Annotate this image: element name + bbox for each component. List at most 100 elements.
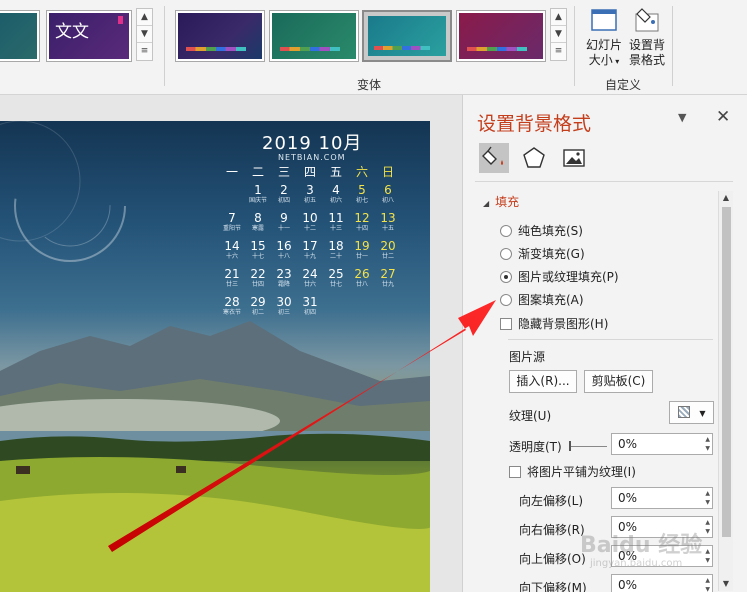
day-number: 8 [254, 211, 262, 225]
slide-canvas[interactable]: 2019 10月 NETBIAN.COM 一 二 三 四 五 六 日 1 国庆节 2… [0, 121, 430, 592]
lunar-label: 廿一 [355, 253, 368, 260]
offset-bottom-label: 向下偏移(M) [519, 581, 587, 592]
day-number: 16 [276, 239, 292, 253]
calendar-day: 16 十八 [271, 239, 297, 267]
variant-thumb-1[interactable] [175, 10, 265, 62]
calendar-day [323, 295, 349, 323]
scrollbar-thumb[interactable] [722, 207, 731, 537]
spin-arrows-icon[interactable]: ▲ ▼ [705, 489, 710, 507]
day-number: 1 [254, 183, 262, 197]
calendar-week-row: 7 重阳节 8 寒露 9 十一 10 十二 11 十三 12 十四 13 十五 [219, 211, 403, 239]
calendar-day: 7 重阳节 [219, 211, 245, 239]
gallery-down-icon[interactable]: ▼ [551, 26, 566, 43]
theme-thumb-current[interactable]: 文文 [46, 10, 132, 62]
pane-options-icon[interactable]: ▼ [678, 111, 686, 124]
day-number: 6 [384, 183, 392, 197]
transparency-label: 透明度(T) [509, 440, 562, 454]
calendar-week-row: 21 廿三 22 廿四 23 霜降 24 廿六 25 廿七 26 廿八 27 廿九 [219, 267, 403, 295]
calendar-day: 29 初二 [245, 295, 271, 323]
transparency-slider[interactable] [569, 441, 607, 451]
scroll-down-icon[interactable]: ▼ [719, 577, 733, 591]
calendar-day: 13 十五 [375, 211, 401, 239]
variant-thumb-2[interactable] [269, 10, 359, 62]
slide-size-button[interactable]: 幻灯片 大小 ▾ [582, 6, 626, 69]
picture-source-label: 图片源 [509, 350, 546, 364]
spin-arrows-icon[interactable]: ▲ ▼ [705, 518, 710, 536]
calendar-day: 27 廿九 [375, 267, 401, 295]
calendar-day: 12 十四 [349, 211, 375, 239]
slide-size-label-1: 幻灯片 [585, 38, 622, 52]
calendar-day: 15 十七 [245, 239, 271, 267]
fill-section-header[interactable]: ◢ 填充 [483, 193, 519, 210]
variant-gallery-scroll[interactable]: ▲ ▼ ≡ [550, 8, 567, 61]
format-background-icon [635, 8, 659, 32]
radio-pattern-fill[interactable]: 图案填充(A) [500, 291, 584, 308]
variant-thumb-4[interactable] [456, 10, 546, 62]
collapse-triangle-icon: ◢ [483, 199, 490, 208]
lunar-label: 廿八 [355, 281, 368, 288]
lunar-label: 十一 [277, 225, 290, 232]
variant-thumb-3[interactable] [362, 10, 452, 62]
spin-arrows-icon[interactable]: ▲ ▼ [705, 576, 710, 592]
day-number: 25 [328, 267, 344, 281]
gallery-more-icon[interactable]: ≡ [137, 43, 152, 60]
ribbon-separator [164, 6, 165, 86]
insert-button[interactable]: 插入(R)... [509, 370, 577, 393]
offset-left-label: 向左偏移(L) [519, 494, 584, 508]
radio-label: 纯色填充(S) [518, 224, 583, 238]
radio-gradient-fill[interactable]: 渐变填充(G) [500, 245, 585, 262]
lunar-label: 廿三 [225, 281, 238, 288]
calendar-week-row: 14 十六 15 十七 16 十八 17 十九 18 二十 19 廿一 20 廿二 [219, 239, 403, 267]
lunar-label: 十四 [355, 225, 368, 232]
day-number: 24 [302, 267, 318, 281]
transparency-input[interactable]: 0% ▲ ▼ [611, 433, 713, 455]
gallery-up-icon[interactable]: ▲ [137, 9, 152, 26]
tab-effects[interactable] [519, 143, 549, 173]
theme-thumb-partial[interactable] [0, 10, 40, 62]
lunar-label: 初三 [277, 309, 290, 316]
tab-fill[interactable] [479, 143, 509, 173]
gallery-more-icon[interactable]: ≡ [551, 43, 566, 60]
lunar-label: 初七 [355, 197, 368, 204]
variant-swatches [467, 47, 527, 51]
lunar-label: 十六 [225, 253, 238, 260]
texture-dropdown[interactable]: ▼ [669, 401, 714, 424]
pane-title: 设置背景格式 [477, 113, 592, 135]
gallery-up-icon[interactable]: ▲ [551, 9, 566, 26]
day-number: 10 [302, 211, 318, 225]
pane-scrollbar[interactable]: ▲ ▼ [718, 191, 733, 591]
gallery-down-icon[interactable]: ▼ [137, 26, 152, 43]
ribbon-separator [574, 6, 575, 86]
calendar-day: 5 初七 [349, 183, 375, 211]
calendar-day: 14 十六 [219, 239, 245, 267]
clipboard-button[interactable]: 剪贴板(C) [584, 370, 653, 393]
radio-label: 图案填充(A) [518, 293, 584, 307]
day-number: 7 [228, 211, 236, 225]
tab-picture[interactable] [559, 143, 589, 173]
picture-icon [563, 149, 585, 167]
spin-arrows-icon[interactable]: ▲ ▼ [705, 547, 710, 565]
calendar-day: 10 十二 [297, 211, 323, 239]
lunar-label: 廿七 [329, 281, 342, 288]
checkbox-box [500, 318, 512, 330]
lunar-label: 十九 [303, 253, 316, 260]
day-number: 3 [306, 183, 314, 197]
offset-left-input[interactable]: 0% ▲ ▼ [611, 487, 713, 509]
tile-picture-checkbox[interactable]: 将图片平铺为纹理(I) [509, 463, 636, 480]
calendar-weekday-row: 一 二 三 四 五 六 日 [219, 165, 403, 183]
theme-gallery-scroll[interactable]: ▲ ▼ ≡ [136, 8, 153, 61]
lunar-label: 廿九 [381, 281, 394, 288]
offset-bottom-input[interactable]: 0% ▲ ▼ [611, 574, 713, 592]
close-icon[interactable]: ✕ [716, 107, 730, 127]
format-background-button[interactable]: 设置背 景格式 [626, 6, 668, 68]
slide-size-icon [591, 9, 617, 31]
calendar-day: 3 初五 [297, 183, 323, 211]
tab-divider [475, 181, 733, 182]
radio-picture-texture-fill[interactable]: 图片或纹理填充(P) [500, 268, 619, 285]
spin-arrows-icon[interactable]: ▲ ▼ [705, 435, 710, 453]
lunar-label: 二十 [329, 253, 342, 260]
hide-bg-graphics-checkbox[interactable]: 隐藏背景图形(H) [500, 315, 608, 332]
day-number: 9 [280, 211, 288, 225]
scroll-up-icon[interactable]: ▲ [719, 191, 733, 205]
radio-solid-fill[interactable]: 纯色填充(S) [500, 222, 583, 239]
